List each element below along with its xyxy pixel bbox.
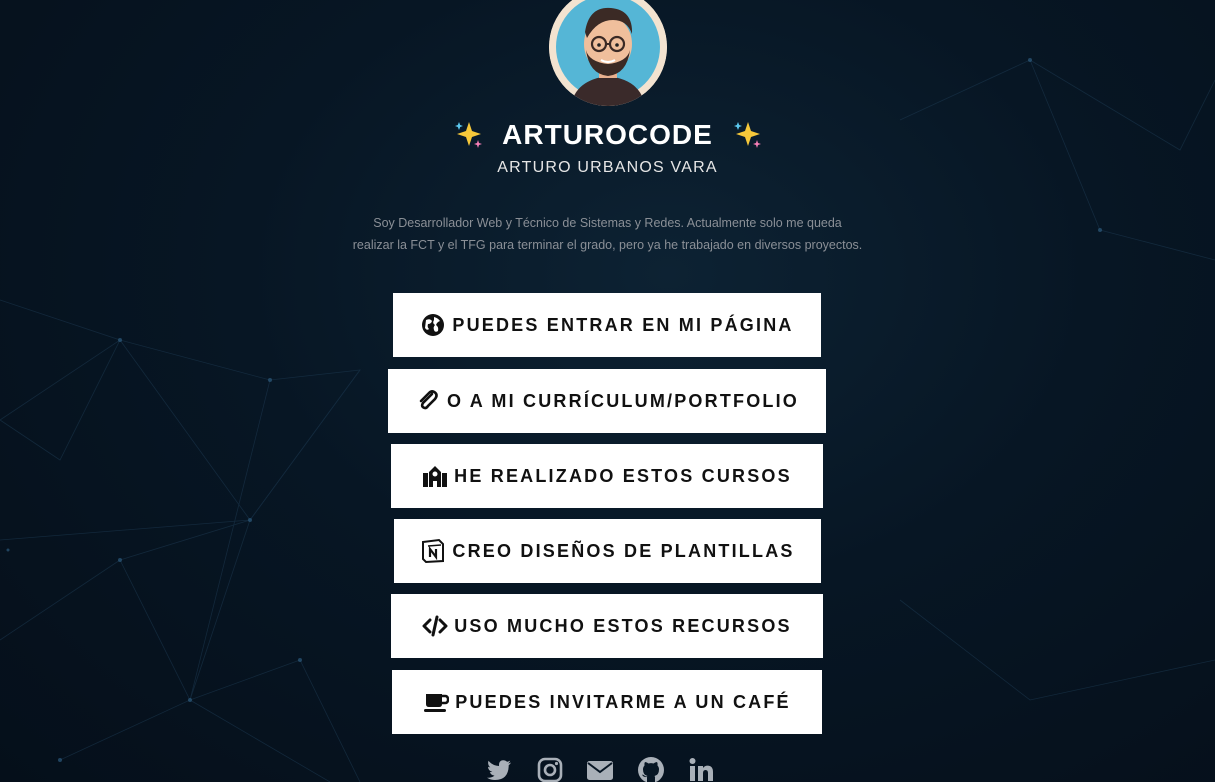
profile-description: Soy Desarrollador Web y Técnico de Siste…: [330, 212, 885, 256]
link-button-coffee[interactable]: PUEDES INVITARME A UN CAFÉ: [392, 670, 822, 734]
sparkles-icon: [733, 122, 761, 148]
school-icon: [422, 463, 448, 489]
link-label: USO MUCHO ESTOS RECURSOS: [454, 615, 792, 636]
notion-icon: [420, 538, 446, 564]
globe-icon: [420, 312, 446, 338]
link-label: PUEDES INVITARME A UN CAFÉ: [455, 691, 791, 712]
link-button-templates[interactable]: CREO DISEÑOS DE PLANTILLAS: [394, 519, 821, 583]
link-button-resources[interactable]: USO MUCHO ESTOS RECURSOS: [391, 594, 823, 658]
description-line: Soy Desarrollador Web y Técnico de Siste…: [373, 216, 842, 230]
coffee-icon: [423, 689, 450, 715]
link-label: O A MI CURRÍCULUM/PORTFOLIO: [446, 390, 800, 411]
description-line: realizar la FCT y el TFG para terminar e…: [352, 238, 863, 252]
instagram-icon[interactable]: [535, 755, 565, 782]
profile-fullname: ARTURO URBANOS VARA: [497, 159, 718, 176]
link-button-portfolio[interactable]: O A MI CURRÍCULUM/PORTFOLIO: [388, 369, 826, 433]
link-label: CREO DISEÑOS DE PLANTILLAS: [452, 540, 795, 561]
profile-name: ARTUROCODE: [502, 119, 713, 150]
link-label: PUEDES ENTRAR EN MI PÁGINA: [452, 314, 794, 335]
linkedin-icon[interactable]: [686, 755, 716, 782]
github-icon[interactable]: [636, 755, 666, 782]
link-button-website[interactable]: PUEDES ENTRAR EN MI PÁGINA: [393, 293, 821, 357]
paperclip-icon: [415, 388, 441, 414]
link-label: HE REALIZADO ESTOS CURSOS: [454, 465, 792, 486]
linktree-page: ARTUROCODE ARTURO URBANOS VARA Soy Desar…: [0, 0, 1215, 782]
envelope-icon[interactable]: [585, 755, 615, 782]
avatar: [549, 0, 667, 106]
link-button-courses[interactable]: HE REALIZADO ESTOS CURSOS: [391, 444, 823, 508]
sparkles-icon: [455, 122, 483, 148]
code-icon: [422, 613, 448, 639]
profile-title: ARTUROCODE: [0, 118, 1215, 152]
twitter-icon[interactable]: [484, 755, 514, 782]
